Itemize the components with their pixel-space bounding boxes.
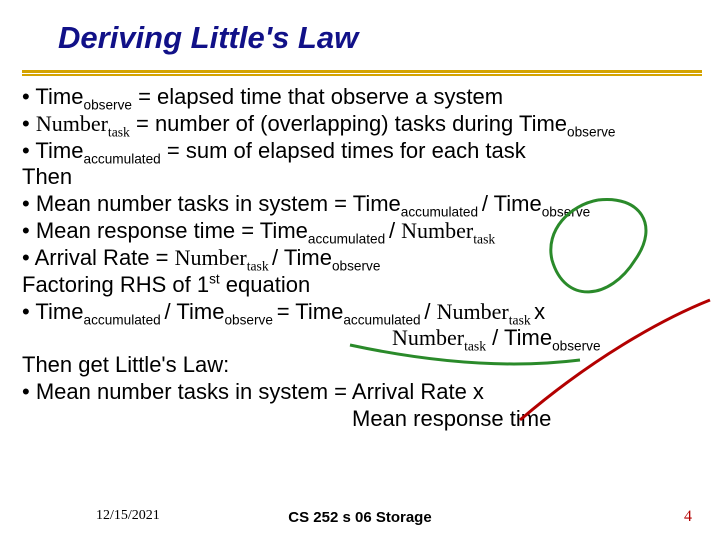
title-underline — [22, 70, 702, 76]
slide: Deriving Little's Law • Timeobserve = el… — [0, 0, 720, 540]
text-factoring: Factoring RHS of 1st equation — [22, 272, 708, 299]
text-then-littles: Then get Little's Law: — [22, 352, 708, 379]
bullet-factored: • Timeaccumulated / Timeobserve = Timeac… — [22, 299, 708, 326]
footer-center: CS 252 s 06 Storage — [0, 509, 720, 526]
slide-body: • Timeobserve = elapsed time that observ… — [22, 84, 708, 433]
bullet-littles-law-cont: Mean response time — [22, 406, 708, 433]
text-then: Then — [22, 164, 708, 191]
bullet-arrival-rate: • Arrival Rate = Numbertask / Timeobserv… — [22, 245, 708, 272]
footer-page-number: 4 — [684, 508, 692, 526]
bullet-mean-response: • Mean response time = Timeaccumulated /… — [22, 218, 708, 245]
bullet-number-task: • Numbertask = number of (overlapping) t… — [22, 111, 708, 138]
bullet-time-observe: • Timeobserve = elapsed time that observ… — [22, 84, 708, 111]
bullet-mean-number: • Mean number tasks in system = Timeaccu… — [22, 191, 708, 218]
bullet-factored-cont: Numbertask / Timeobserve — [22, 325, 708, 352]
bullet-littles-law: • Mean number tasks in system = Arrival … — [22, 379, 708, 406]
bullet-time-accum: • Timeaccumulated = sum of elapsed times… — [22, 138, 708, 165]
slide-title: Deriving Little's Law — [58, 20, 358, 56]
